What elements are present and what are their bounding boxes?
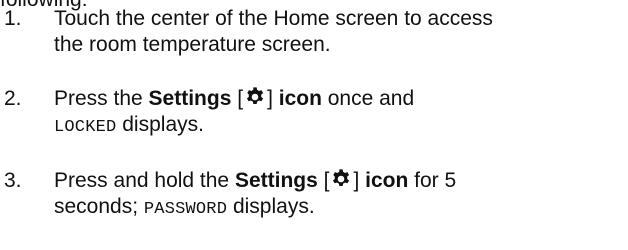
icon-label: icon xyxy=(278,87,322,110)
settings-label: Settings xyxy=(234,169,318,192)
step-line2-prefix: seconds; xyxy=(54,195,144,218)
bracket-open: [ xyxy=(317,169,330,192)
status-suffix: displays. xyxy=(116,113,204,136)
bracket-close: ] xyxy=(353,169,366,192)
step-text: Press and hold the Settings [] icon for … xyxy=(54,168,626,223)
step-line: the room temperature screen. xyxy=(54,33,331,56)
step-line: seconds; PASSWORD displays. xyxy=(54,194,626,223)
bracket-open: [ xyxy=(231,87,244,110)
instruction-page: following: 1. Touch the center of the Ho… xyxy=(0,0,628,250)
step-number: 3. xyxy=(4,169,22,192)
step-press-text: Press and hold the xyxy=(54,169,235,192)
step-number: 1. xyxy=(4,7,22,30)
step-press-text: Press the xyxy=(54,87,149,110)
password-status: PASSWORD xyxy=(143,200,228,219)
gear-icon xyxy=(244,86,266,108)
step-line: LOCKED displays. xyxy=(54,112,626,141)
step-text: Press the Settings [] icon once and LOCK… xyxy=(54,86,626,141)
settings-label: Settings xyxy=(148,87,232,110)
step-line: Press and hold the Settings [] icon for … xyxy=(54,168,626,194)
step-text: Touch the center of the Home screen to a… xyxy=(54,6,626,58)
icon-label: icon xyxy=(365,169,409,192)
gear-icon xyxy=(330,168,352,190)
status-suffix: displays. xyxy=(227,195,315,218)
bracket-close: ] xyxy=(267,87,279,110)
step-line: Touch the center of the Home screen to a… xyxy=(54,7,493,30)
step-after-icon: for 5 xyxy=(408,169,457,192)
step-line: Press the Settings [] icon once and xyxy=(54,86,626,112)
step-number: 2. xyxy=(4,87,22,110)
step-after-icon: once and xyxy=(321,87,415,110)
locked-status: LOCKED xyxy=(54,118,117,137)
